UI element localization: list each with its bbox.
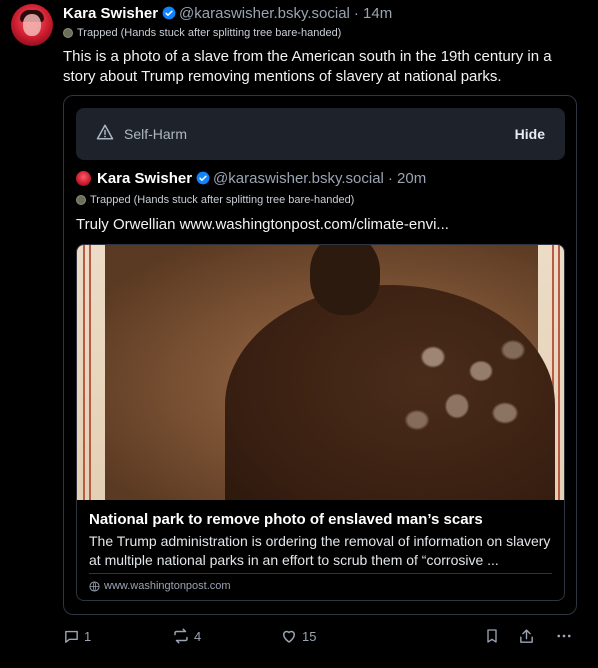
status-badge-text: Trapped (Hands stuck after splitting tre… (77, 27, 342, 39)
post-header: Kara Swisher @karaswisher.bsky.social · … (63, 3, 392, 23)
quoted-author-handle[interactable]: @karaswisher.bsky.social (213, 170, 384, 187)
globe-icon (89, 580, 100, 592)
post-actions: 1 4 15 (0, 622, 598, 650)
bookmark-icon (484, 628, 500, 644)
photo-head (310, 245, 380, 315)
image-border-stripe (83, 245, 85, 500)
quoted-author-avatar[interactable] (76, 170, 91, 186)
author-handle[interactable]: @karaswisher.bsky.social (179, 5, 350, 22)
divider (89, 573, 552, 574)
more-options-button[interactable] (555, 622, 573, 650)
reply-icon (63, 628, 80, 645)
repost-icon (172, 627, 190, 645)
share-icon (518, 628, 535, 645)
like-button[interactable]: 15 (280, 622, 316, 650)
repost-count: 4 (194, 628, 202, 644)
quoted-status-badge: Trapped (Hands stuck after splitting tre… (76, 194, 354, 206)
warning-label: Self-Harm (124, 126, 188, 142)
link-card-title: National park to remove photo of enslave… (89, 511, 483, 528)
quoted-post-timestamp[interactable]: · 20m (388, 170, 426, 187)
post: Kara Swisher @karaswisher.bsky.social · … (0, 0, 598, 668)
verified-icon (162, 6, 176, 20)
link-card-domain-text: www.washingtonpost.com (104, 580, 231, 592)
content-warning: Self-Harm Hide (76, 108, 565, 160)
author-name[interactable]: Kara Swisher (63, 5, 158, 22)
link-card[interactable]: National park to remove photo of enslave… (76, 244, 565, 601)
hide-button[interactable]: Hide (515, 126, 545, 142)
warning-icon (96, 123, 114, 146)
share-button[interactable] (518, 622, 535, 650)
link-card-description: The Trump administration is ordering the… (89, 533, 551, 568)
link-card-image (77, 245, 564, 500)
post-timestamp[interactable]: · 14m (354, 5, 392, 22)
image-border-stripe (558, 245, 560, 500)
photo-scars (385, 315, 545, 455)
quoted-author-name[interactable]: Kara Swisher (97, 170, 192, 187)
more-icon (555, 627, 573, 645)
verified-icon (196, 171, 210, 185)
link-card-domain: www.washingtonpost.com (89, 580, 231, 592)
quoted-status-badge-text: Trapped (Hands stuck after splitting tre… (90, 194, 355, 206)
photo-plate (105, 245, 555, 500)
avatar-face (23, 14, 41, 36)
quoted-post-header: Kara Swisher @karaswisher.bsky.social · … (76, 168, 426, 188)
badge-icon (63, 28, 73, 38)
reply-count: 1 (84, 628, 92, 644)
post-text: This is a photo of a slave from the Amer… (63, 48, 552, 85)
like-count: 15 (302, 628, 317, 644)
heart-icon (280, 627, 298, 645)
bookmark-button[interactable] (484, 622, 500, 650)
status-badge: Trapped (Hands stuck after splitting tre… (63, 27, 341, 39)
quoted-post[interactable]: Self-Harm Hide Kara Swisher @karaswisher… (63, 95, 577, 615)
badge-icon (76, 195, 86, 205)
author-avatar[interactable] (11, 4, 53, 46)
reply-button[interactable]: 1 (63, 622, 91, 650)
repost-button[interactable]: 4 (172, 622, 201, 650)
quoted-post-text: Truly Orwellian www.washingtonpost.com/c… (76, 216, 449, 233)
image-border-stripe (89, 245, 91, 500)
